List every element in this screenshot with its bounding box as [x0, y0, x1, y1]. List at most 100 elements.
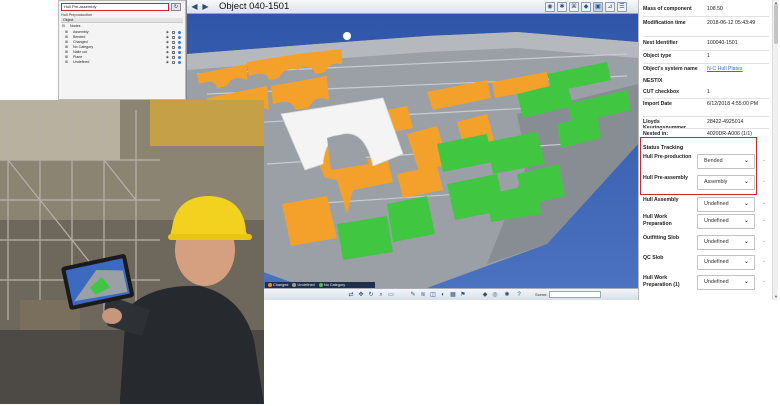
status-value: Undefined — [704, 218, 729, 224]
tree-item-undefined[interactable]: ⊞ Undefined ◉ — [65, 60, 183, 65]
gear-icon[interactable]: ✱ — [557, 2, 567, 12]
chevron-down-icon: ⌄ — [743, 279, 749, 285]
prop-value: 28422-4925014 — [707, 119, 744, 125]
back-arrow-icon[interactable]: ◀ — [190, 2, 199, 11]
visibility-checkbox[interactable] — [172, 46, 175, 49]
visibility-checkbox[interactable] — [172, 51, 175, 54]
refresh-icon[interactable]: ↻ — [171, 3, 181, 11]
scroll-down-icon[interactable]: ▼ — [773, 294, 779, 299]
worker-hand — [102, 308, 122, 324]
status-select[interactable]: Undefined ⌄ — [697, 255, 755, 270]
cube-icon[interactable]: ◆ — [581, 2, 591, 12]
light-icon[interactable]: ✺ — [503, 291, 511, 299]
eye-icon[interactable]: ◉ — [166, 60, 169, 65]
select-icon[interactable]: ▣ — [593, 2, 603, 12]
collapse-icon[interactable]: ⊟ — [62, 24, 68, 29]
forward-arrow-icon[interactable]: ▶ — [201, 2, 210, 11]
divider — [643, 36, 769, 37]
hide-icon[interactable]: ◐ — [439, 291, 447, 299]
legend-swatch — [318, 283, 323, 287]
status-select[interactable]: Undefined ⌄ — [697, 214, 755, 229]
divider — [643, 128, 769, 129]
prop-value: 6/12/2018 4:55:00 PM — [707, 101, 759, 107]
tree-filter-select[interactable]: Hull Pre-assembly — [61, 3, 169, 11]
chevron-down-icon: ⌄ — [743, 201, 749, 207]
chevron-down-icon[interactable]: ⌄ — [762, 238, 766, 244]
prop-key: Mass of component — [643, 6, 692, 12]
status-key: QC Slob — [643, 255, 664, 261]
visibility-checkbox[interactable] — [172, 31, 175, 34]
status-value: Undefined — [704, 239, 729, 245]
prop-value: 100040-1501 — [707, 40, 738, 46]
status-key: Hull Assembly — [643, 197, 679, 203]
network-icon[interactable]: ⌘ — [569, 2, 579, 12]
scroll-thumb[interactable] — [774, 4, 778, 44]
legend-label: Changed — [273, 283, 289, 287]
chevron-down-icon[interactable]: ⌄ — [762, 258, 766, 264]
legend-label: Undefined — [297, 283, 315, 287]
chevron-down-icon[interactable]: ⌄ — [762, 157, 766, 163]
prop-key: Nest Identifier — [643, 40, 678, 46]
color-dot — [178, 36, 181, 39]
visibility-checkbox[interactable] — [172, 41, 175, 44]
flag-icon[interactable]: ⚑ — [459, 291, 467, 299]
visibility-checkbox[interactable] — [172, 61, 175, 64]
hard-hat-brim — [168, 234, 252, 240]
scene-marker[interactable] — [343, 32, 351, 40]
section-icon[interactable]: ◫ — [429, 291, 437, 299]
scene-select[interactable] — [549, 291, 601, 298]
expand-icon[interactable]: ⊞ — [65, 60, 71, 65]
grid-icon[interactable]: ▦ — [449, 291, 457, 299]
status-select[interactable]: Undefined ⌄ — [697, 275, 755, 290]
system-name-link[interactable]: N-C Hull Plates — [707, 66, 767, 72]
properties-scrollbar[interactable]: ▲ ▼ — [772, 0, 778, 300]
orbit-icon[interactable]: ↻ — [367, 291, 375, 299]
scene-label: Scene: — [535, 292, 548, 297]
prop-value: 2018-06-12 05:43:49 — [707, 20, 756, 26]
viewer-title: Object 040-1501 — [219, 1, 290, 12]
chevron-down-icon[interactable]: ⌄ — [762, 278, 766, 284]
help-icon[interactable]: ? — [515, 291, 523, 299]
divider — [643, 50, 769, 51]
chevron-down-icon: ⌄ — [743, 218, 749, 224]
layers-icon[interactable]: ≋ — [419, 291, 427, 299]
camera-icon[interactable]: ◎ — [491, 291, 499, 299]
visibility-checkbox[interactable] — [172, 56, 175, 59]
prop-value: 1 — [707, 89, 710, 95]
status-key: Hull Work Preparation — [643, 214, 672, 227]
prop-key: Object's system name — [643, 66, 698, 72]
color-dot — [178, 61, 181, 64]
settings-icon[interactable]: ☰ — [617, 2, 627, 12]
status-value: Undefined — [704, 259, 729, 265]
chevron-down-icon: ⌄ — [743, 239, 749, 245]
chevron-down-icon[interactable]: ⌄ — [762, 200, 766, 206]
viewer-toolbar: ◀ ▶ Object 040-1501 ◉ ✱ ⌘ ◆ ▣ ⊿ ☰ — [187, 0, 638, 14]
tree-item-label: Undefined — [73, 60, 90, 64]
view-cube-icon[interactable]: ◆ — [481, 291, 489, 299]
color-dot — [178, 56, 181, 59]
visibility-checkbox[interactable] — [172, 36, 175, 39]
photo-window — [0, 100, 120, 160]
status-value: Undefined — [704, 201, 729, 207]
color-dot — [178, 51, 181, 54]
divider — [643, 98, 769, 99]
chevron-down-icon[interactable]: ⌄ — [762, 178, 766, 184]
zoom-icon[interactable]: ⌕ — [377, 291, 385, 299]
tree-root-label: Nodes — [70, 24, 81, 28]
chevron-down-icon[interactable]: ⌄ — [762, 217, 766, 223]
divider — [643, 16, 769, 17]
color-dot — [178, 41, 181, 44]
photo-yellow-beam — [150, 100, 264, 146]
pan-icon[interactable]: ✥ — [357, 291, 365, 299]
measure-icon[interactable]: ⊿ — [605, 2, 615, 12]
eye-icon[interactable]: ◉ — [545, 2, 555, 12]
status-key: Hull Work Preparation (1) — [643, 275, 680, 288]
fit-icon[interactable]: ▭ — [387, 291, 395, 299]
prop-key: Lloyds Keuringsnummer — [643, 119, 686, 131]
tree-root[interactable]: ⊟ Nodes — [62, 24, 180, 29]
arrow-icon[interactable]: ⇄ — [347, 291, 355, 299]
status-select[interactable]: Undefined ⌄ — [697, 235, 755, 250]
status-select[interactable]: Undefined ⌄ — [697, 197, 755, 212]
pencil-icon[interactable]: ✎ — [409, 291, 417, 299]
chevron-down-icon: ⌄ — [743, 259, 749, 265]
